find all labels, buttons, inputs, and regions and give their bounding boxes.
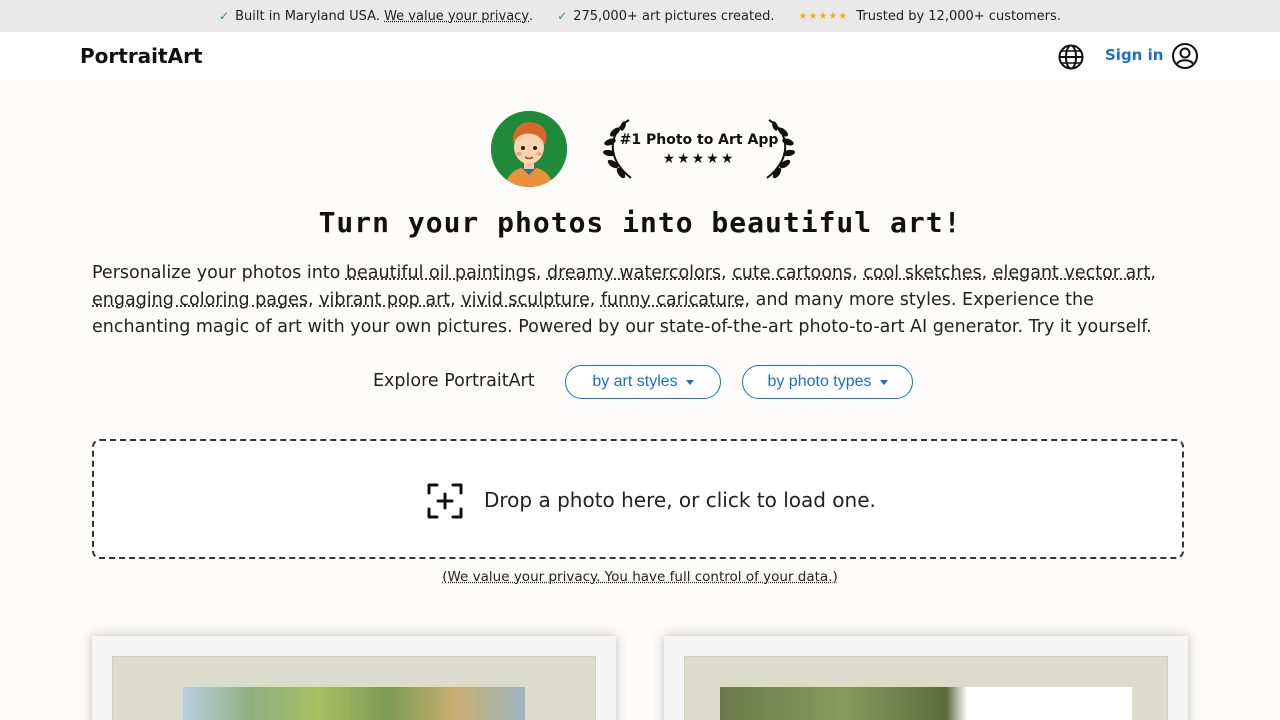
style-link-sculpture[interactable]: vivid sculpture [461, 290, 589, 310]
brand-logo[interactable]: PortraitArt [80, 44, 203, 68]
style-link-watercolors[interactable]: dreamy watercolors [547, 263, 721, 283]
privacy-link[interactable]: We value your privacy [384, 9, 529, 24]
announcement-bar: ✓ Built in Maryland USA. We value your p… [0, 0, 1280, 32]
intro-paragraph: Personalize your photos into beautiful o… [92, 263, 1156, 337]
example-art-image [183, 687, 525, 720]
rating-stars-icon: ★★★★★ [798, 10, 849, 22]
made-in-usa-text: Built in Maryland USA. [235, 8, 380, 24]
example-art-image [720, 687, 1132, 720]
style-link-coloring-pages[interactable]: engaging coloring pages [92, 290, 308, 310]
photo-drop-zone[interactable]: Drop a photo here, or click to load one. [92, 439, 1184, 559]
style-link-pop-art[interactable]: vibrant pop art [319, 290, 450, 310]
caret-down-icon [879, 379, 888, 385]
photo-types-label: by photo types [767, 373, 872, 390]
caret-down-icon [685, 379, 694, 385]
laurel-wreath-icon [603, 119, 795, 179]
period-text: . [529, 8, 534, 24]
style-link-cartoons[interactable]: cute cartoons [732, 263, 852, 283]
style-link-sketches[interactable]: cool sketches [863, 263, 981, 283]
style-link-oil-paintings[interactable]: beautiful oil paintings [346, 263, 536, 283]
frame-mat [112, 656, 596, 720]
trusted-text: Trusted by 12,000+ customers. [856, 8, 1061, 24]
privacy-note: (We value your privacy. You have full co… [0, 569, 1280, 585]
art-styles-dropdown[interactable]: by art styles [565, 365, 721, 399]
globe-icon[interactable] [1057, 43, 1085, 71]
mascot-avatar [491, 111, 567, 187]
art-styles-label: by art styles [592, 373, 678, 390]
explore-label: Explore PortraitArt [373, 371, 535, 391]
navbar: PortraitArt Sign in [0, 32, 1280, 80]
page-headline: Turn your photos into beautiful art! [318, 206, 962, 239]
intro-lead: Personalize your photos into [92, 263, 346, 283]
award-stars: ★★★★★ [662, 151, 736, 167]
style-link-vector-art[interactable]: elegant vector art [993, 263, 1151, 283]
check-icon: ✓ [219, 9, 230, 23]
announcement-made-in-usa: ✓ Built in Maryland USA. We value your p… [219, 9, 533, 24]
photo-types-dropdown[interactable]: by photo types [742, 365, 913, 399]
drop-zone-text: Drop a photo here, or click to load one. [484, 488, 876, 512]
privacy-note-link[interactable]: (We value your privacy. You have full co… [442, 569, 838, 585]
award-title: #1 Photo to Art App [619, 132, 779, 148]
example-art-frame[interactable] [92, 636, 616, 720]
pictures-count-text: 275,000+ art pictures created. [573, 8, 775, 24]
frame-mat [684, 656, 1168, 720]
cartoon-boy-illustration [491, 111, 567, 187]
announcement-pictures-count: ✓ 275,000+ art pictures created. [557, 9, 774, 24]
example-art-frame[interactable] [664, 636, 1188, 720]
user-account-icon[interactable] [1171, 42, 1199, 70]
award-badge: #1 Photo to Art App ★★★★★ [603, 118, 795, 180]
sign-in-link[interactable]: Sign in [1105, 46, 1163, 64]
check-icon: ✓ [557, 9, 568, 23]
style-link-caricature[interactable]: funny caricature [601, 290, 745, 310]
announcement-trusted: ★★★★★ Trusted by 12,000+ customers. [799, 9, 1061, 24]
add-photo-icon [427, 483, 463, 519]
